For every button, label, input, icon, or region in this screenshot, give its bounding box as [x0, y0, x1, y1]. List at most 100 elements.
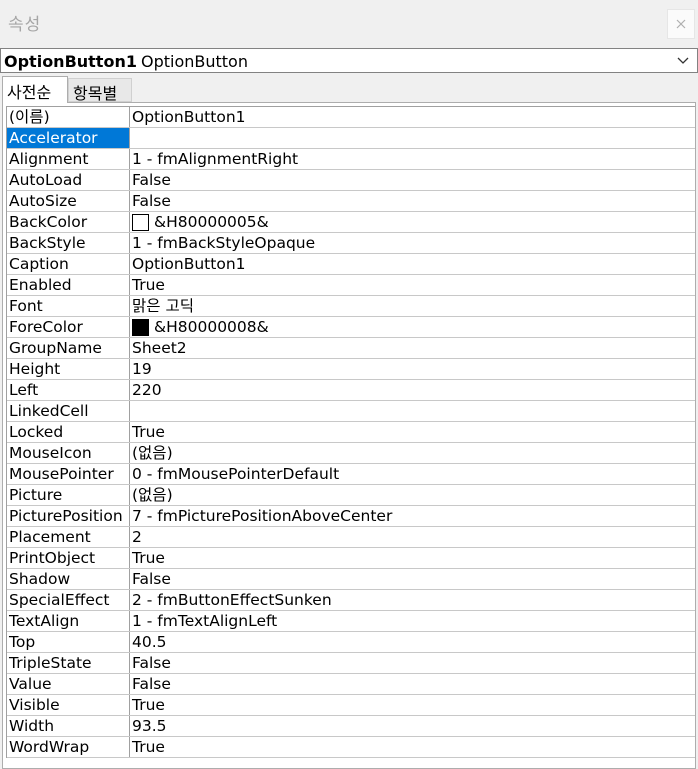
property-value[interactable]: 7 - fmPicturePositionAboveCenter — [130, 506, 695, 526]
property-row[interactable]: AutoSize False — [7, 191, 695, 212]
property-name[interactable]: AutoSize — [7, 191, 130, 211]
property-name[interactable]: Left — [7, 380, 130, 400]
property-name[interactable]: Enabled — [7, 275, 130, 295]
property-value[interactable]: 1 - fmAlignmentRight — [130, 149, 695, 169]
property-name[interactable]: LinkedCell — [7, 401, 130, 421]
property-name[interactable]: BackColor — [7, 212, 130, 232]
property-value[interactable]: False — [130, 569, 695, 589]
property-name[interactable]: Top — [7, 632, 130, 652]
property-grid: (이름) OptionButton1 Accelerator Alignment 1 -… — [6, 106, 695, 758]
property-row[interactable]: Width 93.5 — [7, 716, 695, 737]
property-name[interactable]: MousePointer — [7, 464, 130, 484]
property-row[interactable]: TripleState False — [7, 653, 695, 674]
property-value[interactable]: 19 — [130, 359, 695, 379]
property-row[interactable]: BackStyle 1 - fmBackStyleOpaque — [7, 233, 695, 254]
property-row[interactable]: WordWrap True — [7, 737, 695, 758]
property-value[interactable]: False — [130, 653, 695, 673]
property-name[interactable]: Caption — [7, 254, 130, 274]
property-name[interactable]: MouseIcon — [7, 443, 130, 463]
property-name[interactable]: PrintObject — [7, 548, 130, 568]
property-value[interactable]: &H80000005& — [130, 212, 695, 232]
property-value[interactable] — [130, 401, 695, 421]
property-name[interactable]: Locked — [7, 422, 130, 442]
property-value[interactable]: False — [130, 674, 695, 694]
object-selector[interactable]: OptionButton1 OptionButton — [0, 48, 698, 73]
property-value[interactable]: 93.5 — [130, 716, 695, 736]
property-row[interactable]: LinkedCell — [7, 401, 695, 422]
property-name[interactable]: PicturePosition — [7, 506, 130, 526]
property-row[interactable]: BackColor &H80000005& — [7, 212, 695, 233]
property-value[interactable]: 1 - fmTextAlignLeft — [130, 611, 695, 631]
property-name[interactable]: Height — [7, 359, 130, 379]
property-row[interactable]: Height 19 — [7, 359, 695, 380]
property-row[interactable]: Enabled True — [7, 275, 695, 296]
property-value[interactable]: OptionButton1 — [130, 254, 695, 274]
property-row[interactable]: PrintObject True — [7, 548, 695, 569]
property-name[interactable]: Placement — [7, 527, 130, 547]
close-button[interactable] — [667, 9, 695, 39]
property-value[interactable] — [130, 128, 695, 148]
property-value[interactable]: 2 — [130, 527, 695, 547]
property-row[interactable]: Visible True — [7, 695, 695, 716]
property-name[interactable]: Picture — [7, 485, 130, 505]
property-row[interactable]: Alignment 1 - fmAlignmentRight — [7, 149, 695, 170]
property-name[interactable]: WordWrap — [7, 737, 130, 757]
property-value[interactable]: &H80000008& — [130, 317, 695, 337]
property-name[interactable]: Alignment — [7, 149, 130, 169]
property-name[interactable]: ForeColor — [7, 317, 130, 337]
property-row[interactable]: (이름) OptionButton1 — [7, 107, 695, 128]
property-row[interactable]: Placement 2 — [7, 527, 695, 548]
property-value[interactable]: 2 - fmButtonEffectSunken — [130, 590, 695, 610]
property-row[interactable]: Top 40.5 — [7, 632, 695, 653]
property-row[interactable]: Locked True — [7, 422, 695, 443]
property-name[interactable]: SpecialEffect — [7, 590, 130, 610]
property-name[interactable]: Shadow — [7, 569, 130, 589]
property-value[interactable]: (없음) — [130, 443, 695, 463]
property-row[interactable]: Value False — [7, 674, 695, 695]
property-name[interactable]: Font — [7, 296, 130, 316]
property-row[interactable]: MousePointer 0 - fmMousePointerDefault — [7, 464, 695, 485]
property-name[interactable]: Accelerator — [7, 128, 130, 148]
property-name[interactable]: AutoLoad — [7, 170, 130, 190]
property-value-text: True — [132, 738, 165, 756]
property-row[interactable]: ForeColor &H80000008& — [7, 317, 695, 338]
property-value[interactable]: True — [130, 695, 695, 715]
property-name[interactable]: TripleState — [7, 653, 130, 673]
property-row[interactable]: TextAlign 1 - fmTextAlignLeft — [7, 611, 695, 632]
property-value[interactable]: True — [130, 737, 695, 757]
property-value[interactable]: OptionButton1 — [130, 107, 695, 127]
property-value[interactable]: 맑은 고딕 — [130, 296, 695, 316]
property-row[interactable]: Left 220 — [7, 380, 695, 401]
property-name[interactable]: TextAlign — [7, 611, 130, 631]
tab-categorized[interactable]: 항목별 — [68, 78, 132, 103]
property-value[interactable]: 220 — [130, 380, 695, 400]
property-value[interactable]: True — [130, 275, 695, 295]
property-name[interactable]: GroupName — [7, 338, 130, 358]
property-value[interactable]: True — [130, 422, 695, 442]
property-name[interactable]: Visible — [7, 695, 130, 715]
property-name[interactable]: Width — [7, 716, 130, 736]
property-name[interactable]: Value — [7, 674, 130, 694]
chevron-down-icon[interactable] — [677, 56, 689, 65]
property-row[interactable]: Caption OptionButton1 — [7, 254, 695, 275]
property-row[interactable]: Accelerator — [7, 128, 695, 149]
property-row[interactable]: Shadow False — [7, 569, 695, 590]
property-row[interactable]: AutoLoad False — [7, 170, 695, 191]
property-value[interactable]: 1 - fmBackStyleOpaque — [130, 233, 695, 253]
property-value[interactable]: False — [130, 170, 695, 190]
property-value[interactable]: 0 - fmMousePointerDefault — [130, 464, 695, 484]
property-value[interactable]: 40.5 — [130, 632, 695, 652]
property-row[interactable]: GroupName Sheet2 — [7, 338, 695, 359]
property-value[interactable]: True — [130, 548, 695, 568]
tab-alphabetic[interactable]: 사전순 — [2, 76, 68, 103]
property-row[interactable]: Font 맑은 고딕 — [7, 296, 695, 317]
property-name[interactable]: BackStyle — [7, 233, 130, 253]
property-name[interactable]: (이름) — [7, 107, 130, 127]
property-value[interactable]: Sheet2 — [130, 338, 695, 358]
property-row[interactable]: Picture (없음) — [7, 485, 695, 506]
property-value[interactable]: False — [130, 191, 695, 211]
property-row[interactable]: MouseIcon (없음) — [7, 443, 695, 464]
property-row[interactable]: PicturePosition 7 - fmPicturePositionAbov… — [7, 506, 695, 527]
property-value[interactable]: (없음) — [130, 485, 695, 505]
property-row[interactable]: SpecialEffect 2 - fmButtonEffectSunken — [7, 590, 695, 611]
